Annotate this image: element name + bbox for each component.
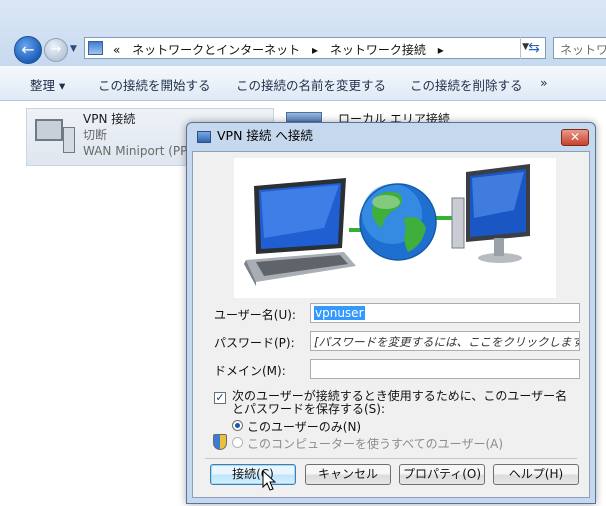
username-value: vpnuser xyxy=(314,306,365,320)
divider xyxy=(205,458,577,459)
save-credentials-checkbox[interactable]: ✓ xyxy=(214,392,226,404)
vpn-connect-dialog: VPN 接続 へ接続 ✕ ユーザー名(U): vpnuser パスワード(P):… xyxy=(186,122,596,504)
control-panel-icon xyxy=(88,41,103,55)
connection-device: WAN Miniport (PP xyxy=(83,144,188,158)
domain-label: ドメイン(M): xyxy=(214,364,286,378)
dialog-body: ユーザー名(U): vpnuser パスワード(P): [パスワードを変更するに… xyxy=(192,151,590,498)
network-icon xyxy=(197,130,211,143)
organize-button[interactable]: 整理 ▾ xyxy=(30,75,65,94)
username-label: ユーザー名(U): xyxy=(214,308,296,322)
refresh-icon[interactable]: ⇆ xyxy=(520,37,547,59)
connection-info: VPN 接続 切断 WAN Miniport (PP xyxy=(83,111,187,159)
more-commands-button[interactable]: » xyxy=(540,75,548,90)
mouse-pointer-icon xyxy=(262,470,277,491)
dialog-title: VPN 接続 へ接続 xyxy=(197,123,313,149)
breadcrumb-overflow[interactable]: « xyxy=(113,43,120,57)
breadcrumb-separator[interactable]: ▸ xyxy=(312,43,318,57)
close-button[interactable]: ✕ xyxy=(561,129,589,146)
breadcrumb-network-internet[interactable]: ネットワークとインターネット xyxy=(132,43,300,57)
save-credentials-label: 次のユーザーが接続するとき使用するために、このユーザー名とパスワードを保存する(… xyxy=(232,389,568,416)
vpn-banner-illustration xyxy=(234,158,556,298)
connection-status: 切断 xyxy=(83,128,108,142)
back-arrow-icon[interactable]: ← xyxy=(14,36,42,64)
network-computer-icon xyxy=(33,115,77,155)
local-network-icon[interactable] xyxy=(286,112,322,122)
radio-this-user[interactable] xyxy=(232,420,243,431)
start-connection-button[interactable]: この接続を開始する xyxy=(98,75,211,94)
dialog-title-text: VPN 接続 へ接続 xyxy=(217,128,313,143)
breadcrumb-network-connections[interactable]: ネットワーク接続 xyxy=(330,43,426,57)
radio-all-users-label: このコンピューターを使うすべてのユーザー(A) xyxy=(247,437,504,451)
connect-button[interactable]: 接続(C) xyxy=(210,464,296,485)
username-field[interactable]: vpnuser xyxy=(310,303,580,323)
address-bar-area: ← → ▼ « ネットワークとインターネット ▸ ネットワーク接続 ▸ ▼ ⇆ … xyxy=(0,0,606,67)
radio-all-users[interactable] xyxy=(232,437,243,448)
password-hint: [パスワードを変更するには、ここをクリックします] xyxy=(314,335,580,349)
breadcrumb-separator[interactable]: ▸ xyxy=(438,43,444,57)
forward-arrow-icon[interactable]: → xyxy=(44,38,68,62)
address-field[interactable]: « ネットワークとインターネット ▸ ネットワーク接続 ▸ ▼ xyxy=(84,37,546,59)
radio-this-user-label: このユーザーのみ(N) xyxy=(247,420,362,434)
rename-connection-button[interactable]: この接続の名前を変更する xyxy=(236,75,386,94)
password-label: パスワード(P): xyxy=(214,336,295,350)
breadcrumb: « ネットワークとインターネット ▸ ネットワーク接続 ▸ xyxy=(109,41,448,58)
recent-pages-chevron-icon[interactable]: ▼ xyxy=(70,44,77,54)
command-bar: 整理 ▾ この接続を開始する この接続の名前を変更する この接続を削除する » xyxy=(0,66,606,101)
delete-connection-button[interactable]: この接続を削除する xyxy=(410,75,523,94)
uac-shield-icon xyxy=(213,434,227,450)
globe-icon xyxy=(359,183,437,261)
search-input[interactable]: ネットワ xyxy=(553,37,606,59)
cancel-button[interactable]: キャンセル xyxy=(305,464,391,485)
help-button[interactable]: ヘルプ(H) xyxy=(493,464,579,485)
properties-button[interactable]: プロパティ(O) xyxy=(399,464,485,485)
domain-field[interactable] xyxy=(310,359,580,379)
connection-name: VPN 接続 xyxy=(83,112,136,126)
password-field[interactable]: [パスワードを変更するには、ここをクリックします] xyxy=(310,331,580,351)
